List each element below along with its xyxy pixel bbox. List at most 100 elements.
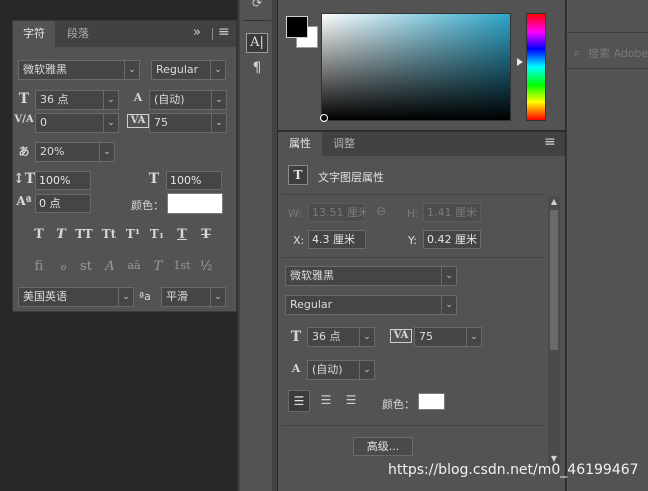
tracking-icon: VA (127, 114, 149, 128)
section-title: 文字图层属性 (318, 171, 384, 184)
strikethrough-icon[interactable]: T (196, 227, 216, 242)
x-label: X: (293, 234, 305, 247)
font-style-dropdown[interactable]: Regular ⌄ (151, 60, 226, 80)
discretionary-ligature-icon[interactable]: st (76, 259, 96, 274)
underline-icon[interactable]: T (172, 227, 192, 242)
prop-text-color-swatch[interactable] (418, 393, 445, 410)
scroll-up-icon[interactable]: ▲ (549, 197, 559, 206)
tracking-dropdown[interactable]: 75 ⌄ (149, 113, 227, 133)
chevron-down-icon: ⌄ (466, 328, 481, 346)
scrollbar-thumb[interactable] (550, 210, 558, 350)
language-value: 美国英语 (23, 290, 67, 303)
chevron-down-icon: ⌄ (99, 143, 114, 161)
font-style-value: Regular (156, 63, 199, 76)
font-family-dropdown[interactable]: 微软雅黑 ⌄ (18, 60, 140, 80)
superscript-icon[interactable]: T¹ (123, 227, 143, 241)
leading-icon: A (133, 91, 143, 104)
hue-slider-handle[interactable] (517, 58, 523, 66)
paragraph-panel-icon[interactable]: ¶ (248, 60, 266, 80)
font-size-icon: T (18, 91, 30, 107)
tsume-icon: あ (18, 145, 30, 158)
divider (212, 28, 213, 40)
prop-tracking-dropdown[interactable]: 75 ⌄ (414, 327, 482, 347)
chevron-down-icon: ⌄ (103, 91, 118, 109)
panel-menu-icon[interactable]: ≡ (218, 24, 230, 40)
width-input[interactable]: 13.51 厘米 (308, 203, 366, 222)
antialias-value: 平滑 (166, 290, 188, 303)
kerning-dropdown[interactable]: 0 ⌄ (35, 113, 119, 133)
swash-icon[interactable]: A (100, 259, 120, 274)
history-icon[interactable]: ⟳ (248, 0, 266, 12)
link-icon[interactable]: ⊖ (376, 204, 386, 218)
hue-slider[interactable] (526, 13, 546, 121)
color-label: 颜色： (131, 199, 164, 212)
section-divider (282, 257, 544, 258)
chevron-down-icon: ⌄ (359, 361, 374, 379)
advanced-button[interactable]: 高级... (353, 437, 413, 456)
tsume-dropdown[interactable]: 20% ⌄ (35, 142, 115, 162)
align-right-button[interactable]: ☰ (340, 390, 362, 412)
baseline-shift-input[interactable]: 0 点 (35, 194, 91, 213)
prop-font-size-dropdown[interactable]: 36 点 ⌄ (307, 327, 375, 347)
text-layer-icon: T (288, 165, 308, 185)
chevron-down-icon: ⌄ (210, 288, 225, 306)
tab-character[interactable]: 字符 (13, 21, 55, 47)
chevron-down-icon: ⌄ (211, 91, 226, 109)
stylistic-alternates-icon[interactable]: aā (124, 259, 144, 272)
kerning-value: 0 (40, 116, 47, 129)
align-left-button[interactable]: ☰ (288, 390, 310, 412)
ligature-icon[interactable]: fi (29, 259, 49, 274)
vertical-scale-input[interactable]: 100% (35, 171, 91, 190)
prop-leading-icon: A (291, 362, 301, 375)
titling-alternates-icon[interactable]: T (148, 259, 168, 274)
ordinals-icon[interactable]: 1st (172, 259, 192, 272)
character-panel-icon[interactable]: A| (246, 33, 268, 53)
right-panel-divider-2 (566, 68, 648, 69)
faux-italic-icon[interactable]: T (51, 227, 71, 242)
align-center-button[interactable]: ☰ (315, 390, 337, 412)
dock-separator (243, 20, 271, 21)
tsume-value: 20% (40, 145, 65, 158)
all-caps-icon[interactable]: TT (74, 227, 94, 241)
color-field[interactable] (321, 13, 511, 121)
height-label: H: (407, 207, 419, 220)
height-input[interactable]: 1.41 厘米 (423, 203, 481, 222)
leading-value: (自动) (154, 93, 185, 106)
character-panel: 字符 段落 » ≡ 微软雅黑 ⌄ Regular ⌄ T 36 点 ⌄ A (自动) ⌄… (12, 20, 237, 312)
section-divider (282, 425, 544, 426)
tab-paragraph[interactable]: 段落 (57, 21, 99, 47)
right-panel (566, 0, 648, 491)
small-caps-icon[interactable]: Tt (99, 227, 119, 241)
old-style-icon[interactable]: ℴ (53, 259, 73, 274)
chevron-down-icon: ⌄ (124, 61, 139, 79)
leading-dropdown[interactable]: (自动) ⌄ (149, 90, 227, 110)
prop-font-style-dropdown[interactable]: Regular ⌄ (285, 295, 457, 315)
chevron-down-icon: ⌄ (118, 288, 133, 306)
foreground-color-swatch[interactable] (286, 16, 308, 38)
chevron-down-icon: ⌄ (103, 114, 118, 132)
x-input[interactable]: 4.3 厘米 (308, 230, 366, 249)
prop-tracking-value: 75 (419, 330, 433, 343)
collapse-icon[interactable]: » (193, 25, 201, 40)
language-dropdown[interactable]: 美国英语 ⌄ (18, 287, 134, 307)
properties-menu-icon[interactable]: ≡ (544, 134, 556, 150)
text-color-swatch[interactable] (167, 193, 223, 214)
prop-font-family-value: 微软雅黑 (290, 269, 334, 282)
subscript-icon[interactable]: T₁ (147, 227, 167, 241)
tab-adjustments[interactable]: 调整 (324, 132, 364, 156)
tab-properties[interactable]: 属性 (278, 132, 322, 156)
antialias-dropdown[interactable]: 平滑 ⌄ (161, 287, 226, 307)
prop-font-family-dropdown[interactable]: 微软雅黑 ⌄ (285, 266, 457, 286)
font-size-value: 36 点 (40, 93, 69, 106)
search-adobe-stock-input[interactable]: 搜索 Adobe (588, 45, 648, 61)
color-field-cursor (320, 114, 328, 122)
horizontal-scale-input[interactable]: 100% (166, 171, 222, 190)
faux-bold-icon[interactable]: T (29, 227, 49, 242)
prop-leading-value: (自动) (312, 363, 343, 376)
chevron-down-icon: ⌄ (441, 267, 456, 285)
fractions-icon[interactable]: ½ (196, 259, 216, 274)
prop-leading-dropdown[interactable]: (自动) ⌄ (307, 360, 375, 380)
y-input[interactable]: 0.42 厘米 (423, 230, 481, 249)
font-size-dropdown[interactable]: 36 点 ⌄ (35, 90, 119, 110)
right-panel-divider (566, 32, 648, 33)
